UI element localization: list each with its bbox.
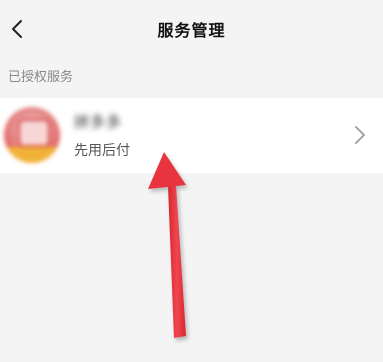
authorized-service-item[interactable]: 拼多多 先用后付 [0, 98, 383, 173]
section-heading: 已授权服务 [8, 70, 74, 85]
service-subtitle: 先用后付 [74, 143, 130, 159]
app-logo-icon [4, 107, 60, 163]
top-navigation-bar: 服务管理 [0, 0, 383, 58]
page-title: 服务管理 [157, 21, 226, 40]
service-name: 拼多多 [74, 113, 123, 131]
chevron-right-icon [355, 126, 365, 144]
